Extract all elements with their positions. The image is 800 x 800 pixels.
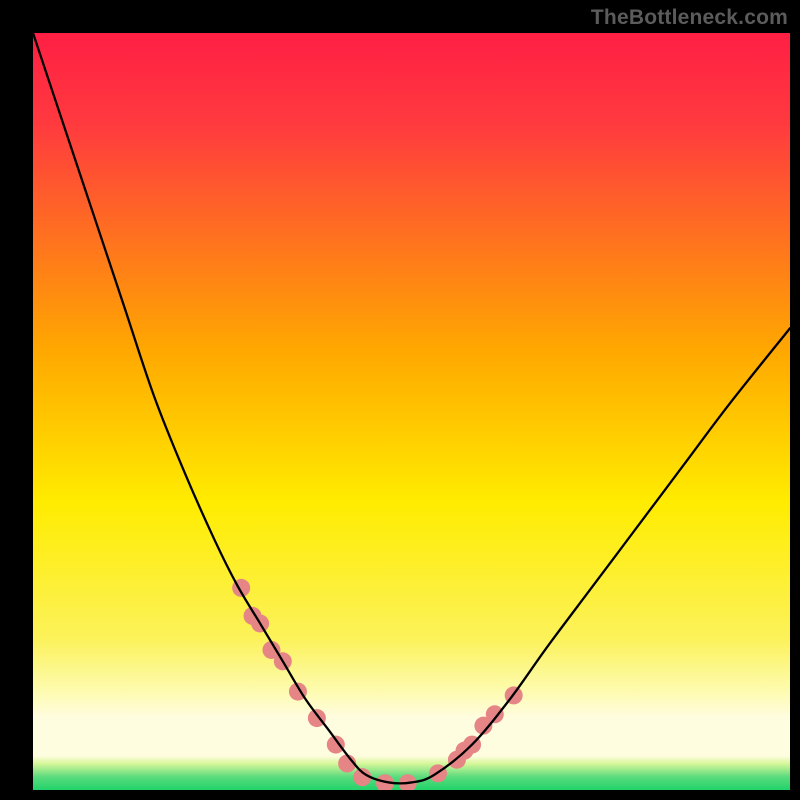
chart-svg <box>33 33 790 790</box>
plot-area <box>33 33 790 790</box>
gradient-background <box>33 33 790 790</box>
watermark-text: TheBottleneck.com <box>591 6 788 30</box>
fit-marker <box>486 705 504 723</box>
chart-stage: TheBottleneck.com <box>0 0 800 800</box>
